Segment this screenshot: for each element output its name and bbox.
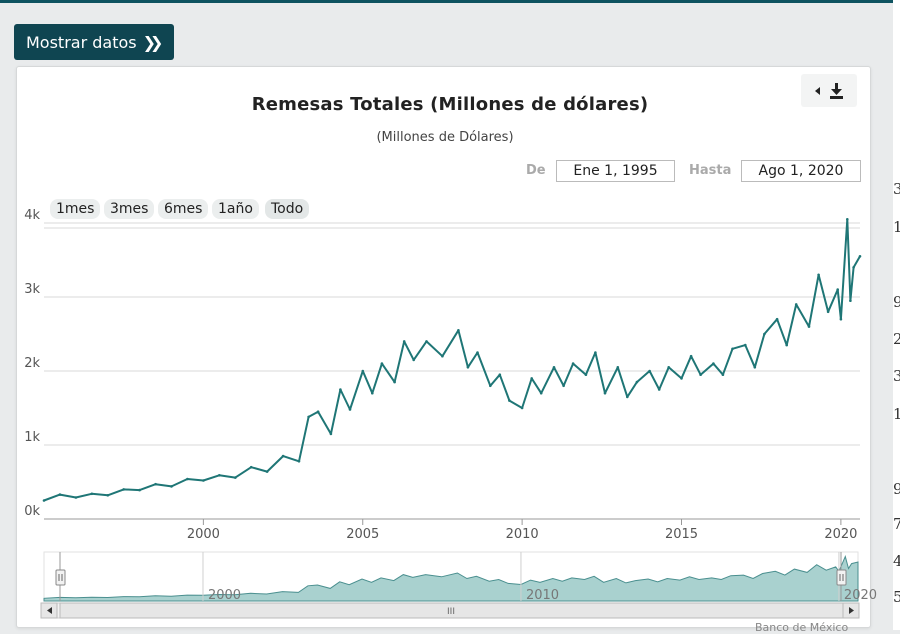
x-tick-label: 2000 [187, 527, 220, 542]
data-point [753, 366, 757, 369]
data-point [380, 362, 384, 365]
data-point [106, 494, 110, 497]
data-point [393, 380, 396, 384]
y-tick-label: 1k [24, 430, 40, 445]
data-point [667, 366, 670, 369]
data-point [90, 492, 94, 496]
data-point [785, 343, 788, 347]
y-tick-label: 2k [24, 356, 40, 371]
data-point [852, 266, 855, 269]
data-point [170, 485, 173, 488]
data-point [539, 391, 543, 395]
data-point [731, 347, 734, 351]
x-tick-label: 2020 [824, 527, 857, 542]
data-point [154, 482, 157, 486]
navigator-scrollbar[interactable]: III [40, 602, 860, 619]
data-point [361, 369, 365, 373]
data-point [689, 354, 693, 358]
data-point [594, 351, 597, 354]
data-point [402, 340, 406, 343]
scrollbar-grip: III [447, 607, 455, 617]
chart-credit[interactable]: Banco de México [755, 621, 848, 634]
x-tick-label: 2005 [346, 527, 379, 542]
data-point [712, 362, 715, 365]
data-point [817, 273, 820, 277]
data-point [122, 488, 125, 491]
y-tick-label: 3k [24, 282, 40, 297]
navigator-handle-grip [55, 569, 66, 586]
data-point [635, 380, 639, 384]
y-tick-label: 0k [24, 504, 40, 519]
data-point [307, 415, 310, 419]
data-point [371, 391, 374, 395]
data-point [218, 474, 221, 477]
data-point [571, 362, 575, 365]
data-point [249, 465, 253, 469]
data-point [297, 460, 301, 463]
data-point [763, 332, 766, 336]
data-point [138, 488, 141, 492]
data-point [466, 366, 470, 369]
data-point [74, 496, 78, 499]
navigator-handle-grip [836, 569, 847, 586]
data-point [186, 477, 189, 481]
navigator-tick-label: 2010 [526, 588, 559, 603]
data-point [58, 493, 62, 496]
data-point [265, 470, 269, 473]
navigator-tick-label: 2000 [208, 588, 241, 603]
data-point [584, 373, 588, 377]
y-tick-label: 4k [24, 208, 40, 223]
data-point [281, 454, 285, 458]
data-point [530, 377, 533, 380]
data-point [794, 303, 798, 306]
data-point [234, 476, 237, 479]
data-point [329, 432, 333, 436]
data-point [425, 340, 428, 343]
series-line [43, 218, 861, 502]
data-point [775, 317, 779, 321]
data-point [836, 288, 839, 291]
data-point [849, 299, 852, 303]
x-tick-label: 2010 [506, 527, 539, 542]
data-point [42, 499, 46, 502]
data-point [489, 384, 492, 388]
data-point [648, 369, 651, 373]
data-point [476, 351, 479, 354]
data-point [508, 399, 511, 402]
x-tick-label: 2015 [665, 527, 698, 542]
data-point [680, 377, 683, 380]
data-point [552, 366, 556, 369]
data-point [339, 388, 342, 391]
data-point [744, 343, 747, 347]
data-point [412, 358, 416, 362]
data-point [441, 354, 444, 358]
data-point [839, 317, 843, 321]
data-point [699, 373, 702, 377]
data-point [457, 329, 460, 332]
chart-area: 0k 1k 2k 3k 4k 2000 2005 2010 2015 2020 2000 2010… [24, 208, 877, 619]
data-point [202, 479, 205, 482]
data-point [846, 218, 849, 221]
data-point [657, 388, 661, 391]
data-point [348, 408, 352, 411]
data-point [603, 391, 607, 395]
data-point [562, 384, 565, 388]
data-point [721, 373, 725, 377]
data-point [616, 366, 620, 369]
data-point [520, 406, 524, 410]
data-point [498, 373, 502, 377]
navigator-tick-label: 2020 [844, 588, 877, 603]
data-point [826, 310, 830, 314]
data-point [316, 410, 320, 414]
data-point [626, 395, 629, 399]
data-point [858, 254, 862, 258]
data-point [807, 325, 811, 328]
